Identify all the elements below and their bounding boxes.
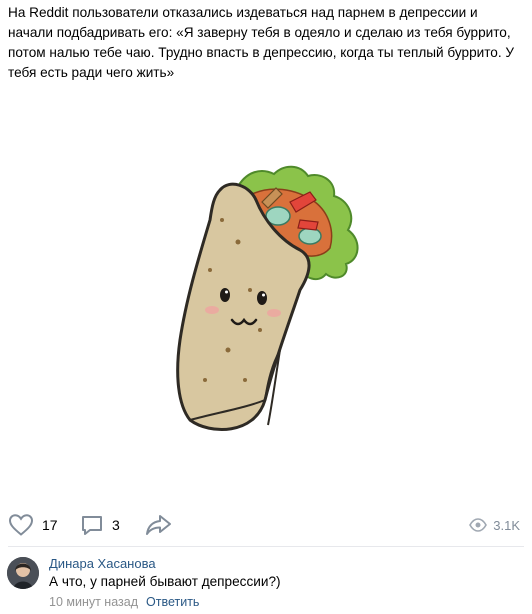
comment-button[interactable]: 3 — [80, 508, 120, 542]
comment-item: Динара Хасанова А что, у парней бывают д… — [0, 553, 532, 613]
eye-icon — [469, 518, 488, 532]
like-button[interactable]: 17 — [8, 508, 58, 542]
burrito-illustration — [150, 150, 390, 450]
comment-count: 3 — [112, 517, 120, 533]
views-count: 3.1K — [493, 517, 520, 533]
like-count: 17 — [42, 517, 58, 533]
comment-time[interactable]: 10 минут назад — [49, 595, 138, 609]
comment-meta: 10 минут назад Ответить — [49, 595, 199, 609]
views-counter: 3.1K — [469, 508, 520, 542]
post-text: На Reddit пользователи отказались издева… — [8, 5, 515, 80]
divider — [8, 546, 524, 547]
comment-icon — [80, 513, 104, 537]
comment-author[interactable]: Динара Хасанова — [49, 556, 156, 571]
comment-text: А что, у парней бывают депрессии?) — [49, 574, 281, 589]
post-actions-bar: 17 3 3.1K — [0, 508, 532, 542]
reply-link[interactable]: Ответить — [146, 595, 199, 609]
share-icon — [145, 513, 173, 537]
avatar[interactable] — [7, 557, 39, 589]
heart-icon — [8, 513, 34, 537]
share-button[interactable] — [145, 508, 173, 542]
